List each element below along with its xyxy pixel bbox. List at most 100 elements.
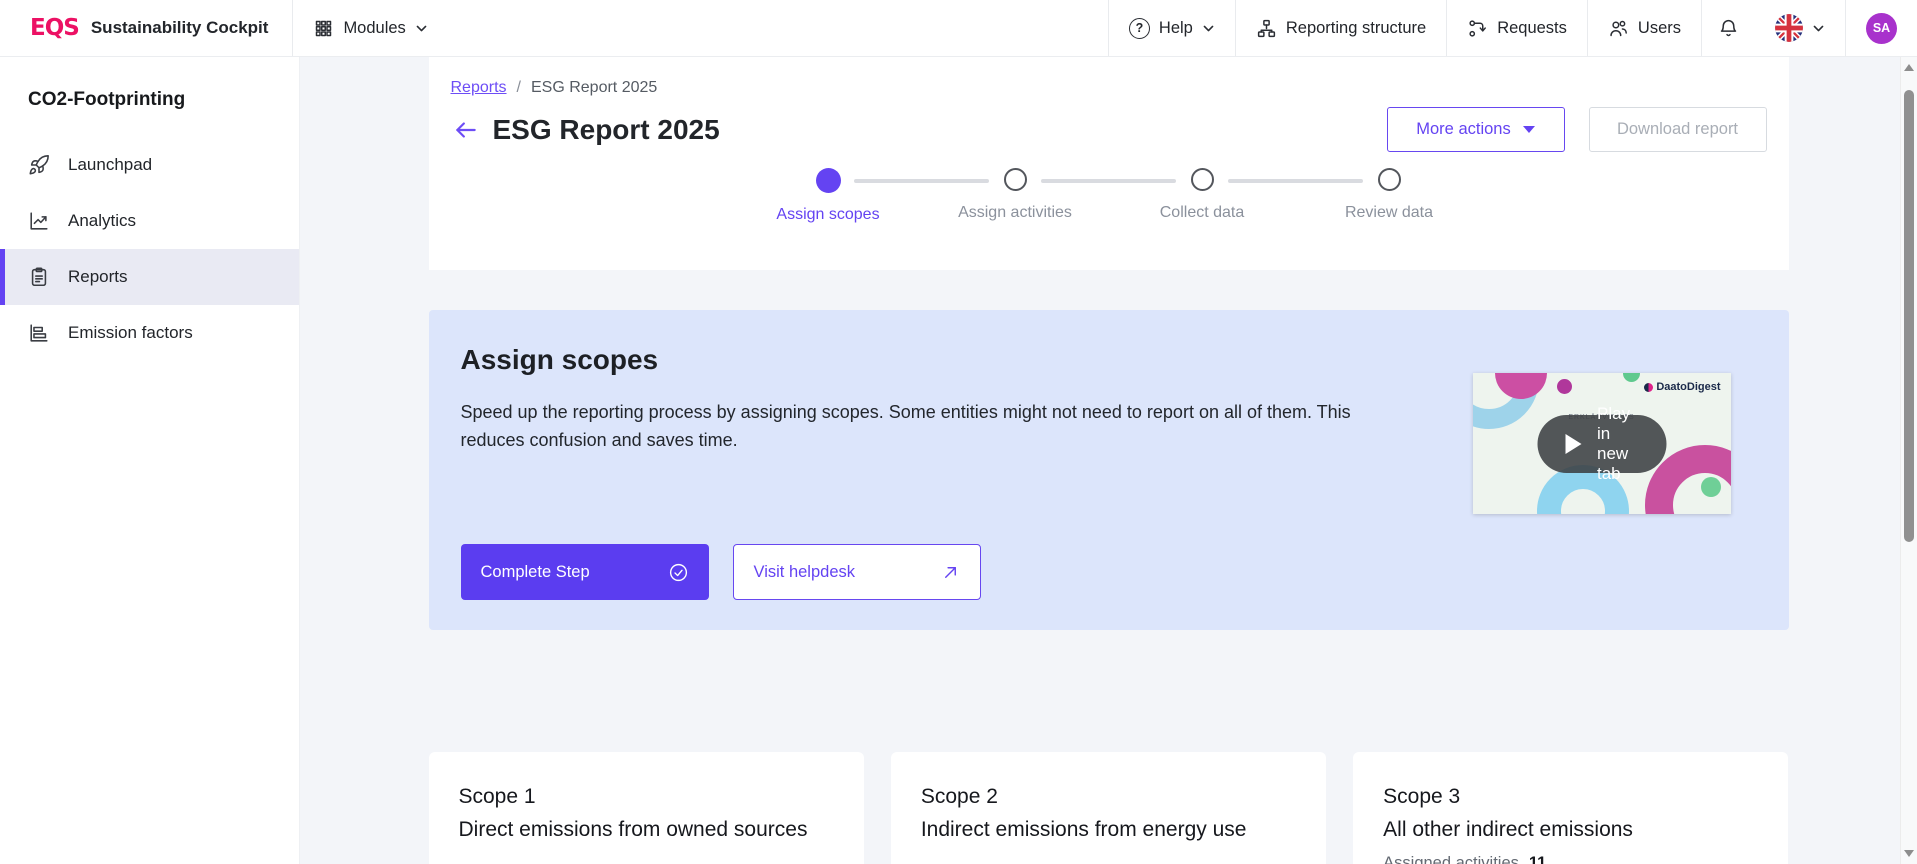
sidebar-item-label: Analytics — [68, 211, 136, 231]
step-circle — [1378, 168, 1401, 191]
scope-card-subtitle: All other indirect emissions — [1383, 813, 1758, 846]
scope-2-card[interactable]: Scope 2 Indirect emissions from energy u… — [891, 752, 1326, 864]
org-chart-icon — [1256, 18, 1277, 39]
language-selector[interactable] — [1755, 0, 1845, 56]
step-assign-scopes[interactable]: Assign scopes — [735, 168, 922, 224]
step-assign-activities[interactable]: Assign activities — [922, 168, 1109, 224]
download-report-button[interactable]: Download report — [1589, 107, 1767, 152]
report-stepper: Assign scopes Assign activities Collect … — [735, 168, 1483, 224]
step-label: Assign activities — [958, 204, 1072, 222]
visit-helpdesk-button[interactable]: Visit helpdesk — [733, 544, 981, 600]
assign-scopes-title: Assign scopes — [461, 344, 1757, 376]
complete-step-button[interactable]: Complete Step — [461, 544, 709, 600]
avatar: SA — [1866, 13, 1897, 44]
step-review-data[interactable]: Review data — [1296, 168, 1483, 224]
step-connector — [854, 179, 989, 183]
scope-card-title: Scope 1 — [459, 780, 834, 813]
modules-grid-icon — [313, 18, 334, 39]
notifications-button[interactable] — [1702, 0, 1755, 56]
modules-menu[interactable]: Modules — [293, 0, 447, 56]
sidebar-item-emission-factors[interactable]: Emission factors — [0, 305, 299, 361]
assigned-activities: Assigned activities 11 — [1383, 854, 1758, 864]
requests-label: Requests — [1497, 19, 1567, 38]
scope-cards-row: Scope 1 Direct emissions from owned sour… — [429, 752, 1789, 864]
workflow-icon — [1467, 18, 1488, 39]
step-circle-active — [816, 168, 841, 193]
chevron-down-icon — [1202, 22, 1215, 35]
assigned-activities-count: 11 — [1529, 854, 1546, 864]
user-avatar[interactable]: SA — [1846, 0, 1917, 56]
help-menu[interactable]: ? Help — [1109, 0, 1235, 56]
step-circle — [1191, 168, 1214, 191]
scope-card-title: Scope 2 — [921, 780, 1296, 813]
sidebar-item-label: Reports — [68, 267, 128, 287]
assigned-activities-label: Assigned activities — [1383, 854, 1519, 864]
scope-card-title: Scope 3 — [1383, 780, 1758, 813]
brand: EQS Sustainability Cockpit — [0, 0, 292, 56]
scope-3-card[interactable]: Scope 3 All other indirect emissions Ass… — [1353, 752, 1788, 864]
decorative-shape — [1557, 379, 1572, 394]
bar-chart-icon — [28, 322, 50, 344]
step-connector — [1041, 179, 1176, 183]
scope-card-subtitle: Direct emissions from owned sources — [459, 813, 834, 846]
step-label: Collect data — [1160, 204, 1245, 222]
app-title: Sustainability Cockpit — [91, 18, 269, 38]
users-label: Users — [1638, 19, 1681, 38]
users-button[interactable]: Users — [1588, 0, 1701, 56]
step-label: Review data — [1345, 204, 1433, 222]
users-icon — [1608, 18, 1629, 39]
explainer-video-thumbnail[interactable]: DaatoDigest ERKLÄRVIDEOS Play in new tab — [1473, 373, 1731, 514]
reporting-structure-label: Reporting structure — [1286, 19, 1426, 38]
rocket-icon — [28, 154, 50, 176]
chevron-down-icon — [1812, 22, 1825, 35]
report-header-panel: Reports / ESG Report 2025 ESG Report 202… — [429, 57, 1789, 270]
play-in-new-tab-button[interactable]: Play in new tab — [1537, 415, 1666, 473]
sidebar-item-reports[interactable]: Reports — [0, 249, 299, 305]
scrollbar-up-arrow-icon[interactable] — [1904, 64, 1914, 71]
daato-dot-icon — [1644, 383, 1653, 392]
step-label: Assign scopes — [776, 206, 879, 224]
daato-digest-logo: DaatoDigest — [1644, 381, 1720, 393]
back-arrow-icon[interactable] — [453, 117, 479, 143]
uk-flag-icon — [1775, 14, 1803, 42]
breadcrumb: Reports / ESG Report 2025 — [451, 79, 1767, 97]
requests-button[interactable]: Requests — [1447, 0, 1587, 56]
assign-scopes-card: Assign scopes Speed up the reporting pro… — [429, 310, 1789, 630]
breadcrumb-current: ESG Report 2025 — [531, 79, 657, 97]
help-icon: ? — [1129, 18, 1150, 39]
step-connector — [1228, 179, 1363, 183]
clipboard-icon — [28, 266, 50, 288]
decorative-shape — [1623, 373, 1640, 382]
sidebar: CO2-Footprinting Launchpad Analytics Rep… — [0, 57, 300, 864]
assign-scopes-description: Speed up the reporting process by assign… — [461, 398, 1401, 454]
breadcrumb-separator: / — [517, 79, 521, 97]
sidebar-item-label: Emission factors — [68, 323, 193, 343]
check-circle-icon — [668, 562, 689, 583]
page-title: ESG Report 2025 — [493, 114, 720, 146]
breadcrumb-reports-link[interactable]: Reports — [451, 79, 507, 97]
help-label: Help — [1159, 19, 1193, 38]
eqs-logo: EQS — [30, 15, 79, 41]
chevron-down-icon — [415, 22, 428, 35]
external-link-icon — [941, 563, 960, 582]
bell-icon — [1718, 18, 1739, 39]
sidebar-item-analytics[interactable]: Analytics — [0, 193, 299, 249]
vertical-scrollbar[interactable] — [1900, 57, 1917, 864]
title-row: ESG Report 2025 More actions Download re… — [451, 107, 1767, 152]
reporting-structure-button[interactable]: Reporting structure — [1236, 0, 1446, 56]
sidebar-item-label: Launchpad — [68, 155, 152, 175]
analytics-icon — [28, 210, 50, 232]
step-circle — [1004, 168, 1027, 191]
caret-down-icon — [1523, 126, 1535, 133]
sidebar-module-heading: CO2-Footprinting — [0, 57, 299, 137]
scope-1-card[interactable]: Scope 1 Direct emissions from owned sour… — [429, 752, 864, 864]
navbar-spacer — [448, 0, 1108, 56]
more-actions-button[interactable]: More actions — [1387, 107, 1565, 152]
step-collect-data[interactable]: Collect data — [1109, 168, 1296, 224]
scrollbar-down-arrow-icon[interactable] — [1904, 850, 1914, 857]
decorative-shape — [1701, 477, 1721, 497]
top-navbar: EQS Sustainability Cockpit Modules ? Hel… — [0, 0, 1917, 57]
scrollbar-thumb[interactable] — [1904, 90, 1914, 542]
sidebar-item-launchpad[interactable]: Launchpad — [0, 137, 299, 193]
main-content: Reports / ESG Report 2025 ESG Report 202… — [300, 57, 1917, 864]
